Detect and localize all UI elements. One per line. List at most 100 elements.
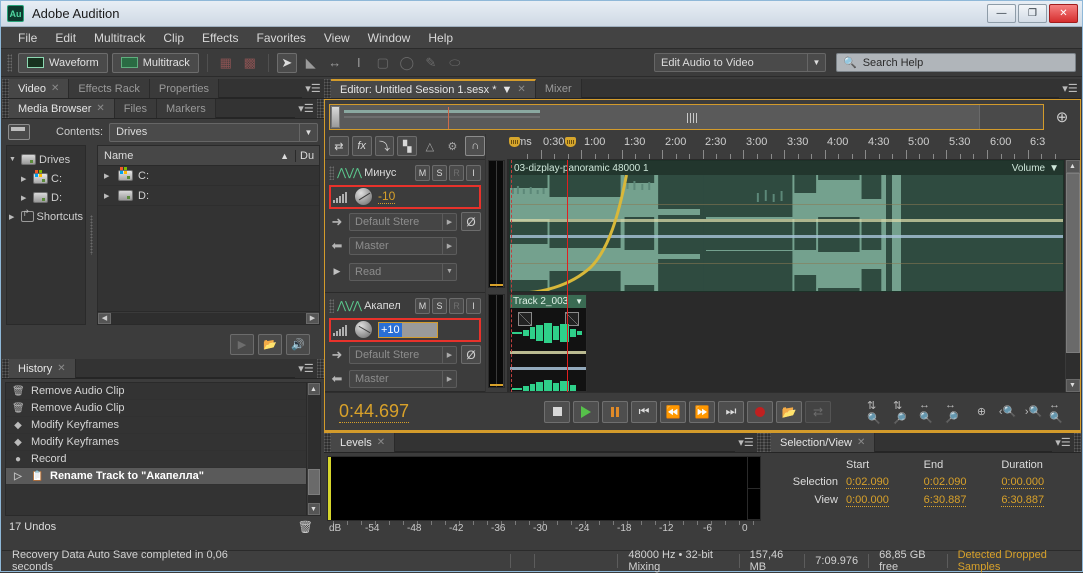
panel-splitter[interactable]	[89, 145, 94, 325]
spectral-pan-icon[interactable]: ▩	[240, 53, 260, 73]
menu-help[interactable]: Help	[419, 28, 462, 48]
record-button[interactable]	[747, 400, 773, 423]
slip-tool-icon[interactable]: ◣	[301, 53, 321, 73]
metronome-icon[interactable]: △	[420, 136, 440, 156]
expand-automation-icon[interactable]: ▶	[329, 266, 345, 277]
mute-button[interactable]: M	[415, 164, 430, 181]
panel-grip-sv[interactable]	[764, 433, 771, 452]
loop-playback-icon[interactable]: ⇄	[329, 136, 349, 157]
navigator-zoom-icon[interactable]: ⊕	[1048, 103, 1076, 131]
fast-forward-button[interactable]: ⏩	[689, 400, 715, 423]
time-selection-tool-icon[interactable]: ↔	[325, 53, 345, 73]
chevron-right-icon[interactable]: ▶	[21, 194, 30, 202]
move-tool-icon[interactable]: ➤	[276, 52, 297, 73]
maximize-button[interactable]: ❐	[1018, 4, 1047, 23]
view-options-icon[interactable]	[8, 124, 30, 140]
panel-menu-icon[interactable]: ▾☰	[302, 79, 324, 98]
list-item[interactable]: ● Record	[6, 451, 306, 468]
clip-1-lane-selector[interactable]: Volume ▼	[1012, 163, 1059, 174]
current-time-display[interactable]: 0:44.697	[339, 401, 410, 423]
panel-menu-icon-sv[interactable]: ▾☰	[1052, 433, 1074, 452]
audio-clip-2[interactable]: Track 2_003 ▼	[509, 294, 587, 392]
tab-properties[interactable]: Properties	[149, 79, 220, 98]
list-item[interactable]: ▶ C:	[98, 166, 319, 186]
skip-to-start-button[interactable]: ⏮	[631, 400, 657, 423]
solo-button[interactable]: S	[432, 297, 447, 314]
menu-file[interactable]: File	[9, 28, 46, 48]
list-item-selected[interactable]: ▷ 📋 Rename Track to "Акапелла"	[6, 468, 306, 485]
panel-grip-hist[interactable]	[2, 359, 9, 378]
zoom-in-time-icon[interactable]: ↔🔍	[919, 399, 940, 424]
volume-knob[interactable]	[354, 320, 373, 340]
track-grip[interactable]	[329, 298, 334, 313]
multitrack-mode-button[interactable]: Multitrack	[111, 52, 199, 73]
level-meter[interactable]	[327, 456, 761, 521]
arm-record-button[interactable]: R	[449, 297, 464, 314]
close-icon[interactable]: ✕	[517, 84, 525, 95]
track-1-input-select[interactable]: Default Stere ▶	[349, 212, 457, 231]
menu-edit[interactable]: Edit	[46, 28, 85, 48]
stop-button[interactable]	[544, 400, 570, 423]
close-icon[interactable]: ✕	[51, 83, 59, 94]
paintbrush-selection-icon[interactable]: ✎	[421, 53, 441, 73]
menu-clip[interactable]: Clip	[154, 28, 193, 48]
tab-effects-rack[interactable]: Effects Rack	[69, 79, 150, 98]
snap-to-markers-icon[interactable]: ⚙	[443, 136, 463, 156]
eq-icon[interactable]: ▚	[397, 136, 418, 157]
zoom-out-full-icon[interactable]: ⊕	[971, 401, 992, 422]
close-icon[interactable]: ✕	[96, 103, 104, 114]
solo-button[interactable]: S	[432, 164, 447, 181]
zoom-out-time-icon[interactable]: ↔🔎	[945, 399, 966, 424]
workspace-selector[interactable]: Edit Audio to Video ▼	[654, 53, 826, 72]
panel-grip-ed[interactable]	[324, 79, 331, 98]
razor-tool-icon[interactable]: I	[349, 53, 369, 73]
scroll-track[interactable]	[1065, 173, 1080, 379]
zoom-navigator-bar[interactable]	[329, 104, 1044, 130]
tree-item-shortcuts[interactable]: ▶ Shortcuts	[9, 207, 83, 226]
close-icon[interactable]: ✕	[377, 437, 385, 448]
sort-ascending-icon[interactable]: ▲	[280, 151, 289, 161]
track-2-volume-input[interactable]: +10	[378, 321, 438, 338]
track-1-volume-value[interactable]: -10	[378, 189, 396, 205]
track-lane-2[interactable]: Track 2_003 ▼	[507, 294, 1064, 392]
send-icon[interactable]: ⤵	[374, 136, 395, 157]
list-item[interactable]: ◆ Modify Keyframes	[6, 434, 306, 451]
panel-menu-icon-lv[interactable]: ▾☰	[735, 433, 757, 452]
tree-item-drives[interactable]: ▼ Drives	[9, 150, 83, 169]
list-item[interactable]: ◆ Modify Keyframes	[6, 417, 306, 434]
panel-grip-lv[interactable]	[324, 433, 331, 452]
navigator-left-handle[interactable]	[331, 106, 340, 128]
panel-grip-mb2[interactable]	[317, 99, 324, 118]
scroll-track[interactable]	[111, 312, 306, 324]
spectral-frequency-icon[interactable]: ▦	[216, 53, 236, 73]
search-help-input[interactable]: 🔍 Search Help	[836, 53, 1076, 72]
lasso-selection-icon[interactable]: ◯	[397, 53, 417, 73]
contents-dropdown[interactable]: Drives ▼	[109, 122, 318, 142]
list-item[interactable]: ▶ D:	[98, 186, 319, 206]
history-scrollbar[interactable]: ▲ ▼	[306, 383, 320, 515]
punch-in-button[interactable]: ⇄	[805, 400, 831, 423]
status-file-size[interactable]: 157,46 MB	[738, 549, 805, 573]
scroll-down-icon[interactable]: ▼	[1065, 379, 1080, 392]
panel-menu-icon-hist[interactable]: ▾☰	[295, 359, 317, 378]
tab-editor-menu-icon[interactable]: ▼	[502, 84, 513, 96]
close-button[interactable]: ✕	[1049, 4, 1078, 23]
tab-levels[interactable]: Levels ✕	[331, 433, 396, 452]
phase-invert-button[interactable]: Ø	[461, 212, 481, 232]
timeline-vertical-scrollbar[interactable]: ▲ ▼	[1064, 160, 1080, 392]
waveform-mode-button[interactable]: Waveform	[18, 52, 108, 73]
auto-play-button[interactable]: 🔊	[286, 333, 310, 355]
scroll-track[interactable]	[307, 395, 320, 503]
menu-multitrack[interactable]: Multitrack	[85, 28, 154, 48]
magnet-snap-icon[interactable]: ∩	[465, 136, 486, 157]
chevron-right-icon[interactable]: ▶	[9, 213, 18, 221]
panel-grip-lv2[interactable]	[757, 433, 764, 452]
track-name-2[interactable]: Акапел	[364, 300, 412, 312]
input-monitor-button[interactable]: I	[466, 164, 481, 181]
list-item[interactable]: 🗑 Remove Audio Clip	[6, 400, 306, 417]
track-lane-1[interactable]: 03-dizplay-panoramic 48000 1 Volume ▼	[507, 160, 1064, 294]
skip-to-end-button[interactable]: ⏭	[718, 400, 744, 423]
time-ruler[interactable]: hms 0:30 1:00 1:30 2:00 2:30 3:00 3:30 4…	[507, 134, 1080, 160]
menu-favorites[interactable]: Favorites	[248, 28, 315, 48]
track-2-input-select[interactable]: Default Stere ▶	[349, 345, 457, 364]
